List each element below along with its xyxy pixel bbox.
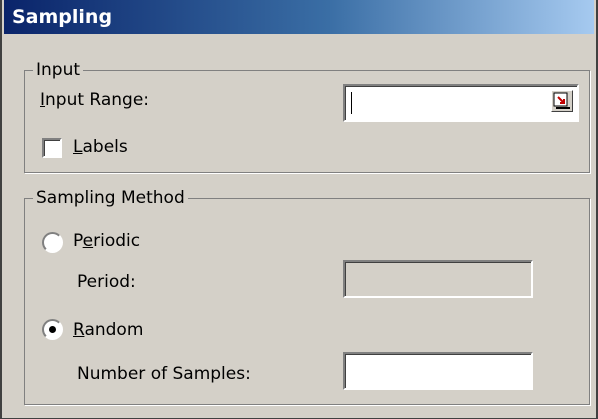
- labels-checkbox[interactable]: [42, 138, 62, 158]
- periodic-radio-label[interactable]: Periodic: [73, 231, 140, 251]
- number-of-samples-label: Number of Samples:: [77, 364, 251, 384]
- sampling-method-title: Sampling Method: [33, 187, 188, 209]
- random-radio-label[interactable]: Random: [73, 320, 143, 340]
- random-radio[interactable]: [42, 319, 63, 340]
- periodic-radio[interactable]: [42, 232, 63, 253]
- range-picker-icon[interactable]: [551, 90, 573, 112]
- radio-selected-dot: [49, 326, 56, 333]
- input-range-field[interactable]: [343, 84, 579, 122]
- input-group-title: Input: [33, 59, 84, 81]
- number-of-samples-field[interactable]: [343, 352, 533, 390]
- input-range-label: Input Range:: [40, 90, 150, 110]
- dialog-title: Sampling: [12, 6, 113, 28]
- period-label: Period:: [77, 272, 136, 292]
- text-caret: [351, 92, 352, 114]
- title-bar: Sampling: [4, 0, 594, 34]
- period-field[interactable]: [343, 260, 533, 298]
- labels-checkbox-label[interactable]: Labels: [73, 137, 128, 157]
- sampling-dialog: Sampling Input Input Range: Labels Sampl…: [0, 0, 598, 419]
